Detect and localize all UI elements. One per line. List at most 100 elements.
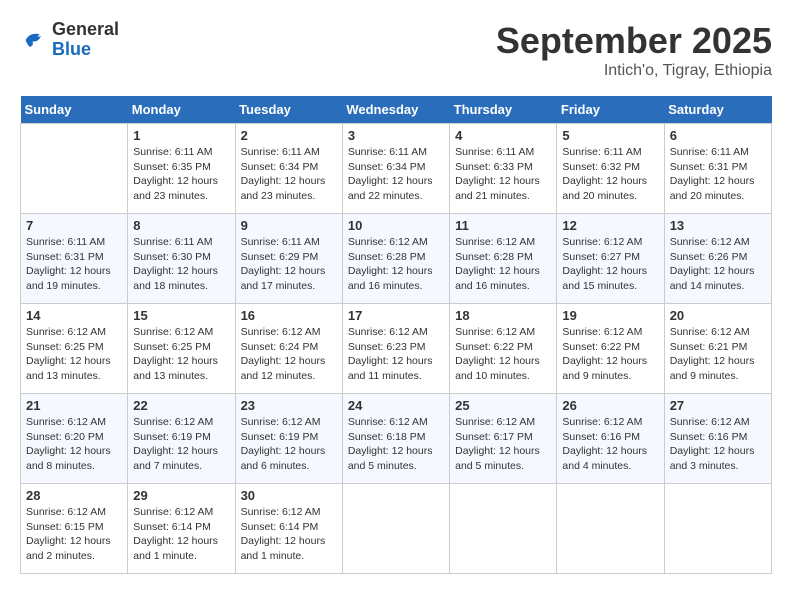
day-number: 1 [133,128,229,143]
day-info: Sunrise: 6:12 AMSunset: 6:21 PMDaylight:… [670,325,766,384]
calendar-cell: 15 Sunrise: 6:12 AMSunset: 6:25 PMDayligh… [128,304,235,394]
calendar-cell: 16 Sunrise: 6:12 AMSunset: 6:24 PMDayligh… [235,304,342,394]
calendar-cell [664,484,771,574]
day-info: Sunrise: 6:12 AMSunset: 6:25 PMDaylight:… [133,325,229,384]
day-info: Sunrise: 6:12 AMSunset: 6:28 PMDaylight:… [455,235,551,294]
day-info: Sunrise: 6:12 AMSunset: 6:19 PMDaylight:… [241,415,337,474]
weekday-header-thursday: Thursday [450,96,557,124]
calendar-cell: 23 Sunrise: 6:12 AMSunset: 6:19 PMDayligh… [235,394,342,484]
calendar-cell: 9 Sunrise: 6:11 AMSunset: 6:29 PMDaylight… [235,214,342,304]
day-info: Sunrise: 6:12 AMSunset: 6:14 PMDaylight:… [133,505,229,564]
calendar-week-row: 14 Sunrise: 6:12 AMSunset: 6:25 PMDayligh… [21,304,772,394]
day-number: 13 [670,218,766,233]
day-info: Sunrise: 6:12 AMSunset: 6:16 PMDaylight:… [670,415,766,474]
calendar-table: SundayMondayTuesdayWednesdayThursdayFrid… [20,96,772,574]
day-number: 18 [455,308,551,323]
day-number: 9 [241,218,337,233]
day-number: 11 [455,218,551,233]
day-number: 21 [26,398,122,413]
day-number: 4 [455,128,551,143]
calendar-cell: 30Sunrise: 6:12 AMSunset: 6:14 PMDayligh… [235,484,342,574]
day-info: Sunrise: 6:12 AMSunset: 6:18 PMDaylight:… [348,415,444,474]
day-number: 16 [241,308,337,323]
day-number: 27 [670,398,766,413]
calendar-cell: 11 Sunrise: 6:12 AMSunset: 6:28 PMDayligh… [450,214,557,304]
day-info: Sunrise: 6:12 AMSunset: 6:28 PMDaylight:… [348,235,444,294]
month-title: September 2025 [496,20,772,62]
calendar-cell: 7 Sunrise: 6:11 AMSunset: 6:31 PMDaylight… [21,214,128,304]
calendar-cell: 28Sunrise: 6:12 AMSunset: 6:15 PMDayligh… [21,484,128,574]
day-number: 19 [562,308,658,323]
calendar-cell: 2 Sunrise: 6:11 AMSunset: 6:34 PMDaylight… [235,124,342,214]
day-info: Sunrise: 6:12 AMSunset: 6:24 PMDaylight:… [241,325,337,384]
day-info: Sunrise: 6:12 AMSunset: 6:22 PMDaylight:… [562,325,658,384]
weekday-header-sunday: Sunday [21,96,128,124]
day-info: Sunrise: 6:12 AMSunset: 6:27 PMDaylight:… [562,235,658,294]
calendar-cell: 24Sunrise: 6:12 AMSunset: 6:18 PMDayligh… [342,394,449,484]
calendar-cell: 14 Sunrise: 6:12 AMSunset: 6:25 PMDayligh… [21,304,128,394]
calendar-cell: 29 Sunrise: 6:12 AMSunset: 6:14 PMDayligh… [128,484,235,574]
title-block: September 2025 Intich'o, Tigray, Ethiopi… [496,20,772,80]
page-header: General Blue September 2025 Intich'o, Ti… [20,20,772,80]
logo: General Blue [20,20,119,60]
day-number: 29 [133,488,229,503]
day-info: Sunrise: 6:12 AMSunset: 6:25 PMDaylight:… [26,325,122,384]
day-info: Sunrise: 6:11 AMSunset: 6:34 PMDaylight:… [241,145,337,204]
calendar-cell: 27 Sunrise: 6:12 AMSunset: 6:16 PMDayligh… [664,394,771,484]
day-number: 26 [562,398,658,413]
logo-text: General Blue [52,20,119,60]
day-number: 22 [133,398,229,413]
day-info: Sunrise: 6:12 AMSunset: 6:15 PMDaylight:… [26,505,122,564]
weekday-header-saturday: Saturday [664,96,771,124]
day-number: 7 [26,218,122,233]
day-number: 3 [348,128,444,143]
day-info: Sunrise: 6:11 AMSunset: 6:30 PMDaylight:… [133,235,229,294]
logo-general: General [52,19,119,39]
calendar-cell: 12 Sunrise: 6:12 AMSunset: 6:27 PMDayligh… [557,214,664,304]
day-info: Sunrise: 6:12 AMSunset: 6:26 PMDaylight:… [670,235,766,294]
day-info: Sunrise: 6:12 AMSunset: 6:22 PMDaylight:… [455,325,551,384]
logo-blue: Blue [52,39,91,59]
calendar-cell: 18 Sunrise: 6:12 AMSunset: 6:22 PMDayligh… [450,304,557,394]
calendar-cell: 19 Sunrise: 6:12 AMSunset: 6:22 PMDayligh… [557,304,664,394]
calendar-cell: 21 Sunrise: 6:12 AMSunset: 6:20 PMDayligh… [21,394,128,484]
day-number: 5 [562,128,658,143]
day-info: Sunrise: 6:11 AMSunset: 6:32 PMDaylight:… [562,145,658,204]
day-info: Sunrise: 6:12 AMSunset: 6:17 PMDaylight:… [455,415,551,474]
day-number: 17 [348,308,444,323]
calendar-cell: 13 Sunrise: 6:12 AMSunset: 6:26 PMDayligh… [664,214,771,304]
calendar-cell: 22 Sunrise: 6:12 AMSunset: 6:19 PMDayligh… [128,394,235,484]
calendar-cell: 6Sunrise: 6:11 AMSunset: 6:31 PMDaylight… [664,124,771,214]
day-info: Sunrise: 6:12 AMSunset: 6:16 PMDaylight:… [562,415,658,474]
calendar-cell: 4 Sunrise: 6:11 AMSunset: 6:33 PMDaylight… [450,124,557,214]
weekday-header-friday: Friday [557,96,664,124]
calendar-week-row: 28Sunrise: 6:12 AMSunset: 6:15 PMDayligh… [21,484,772,574]
day-number: 12 [562,218,658,233]
day-info: Sunrise: 6:11 AMSunset: 6:34 PMDaylight:… [348,145,444,204]
day-number: 2 [241,128,337,143]
day-number: 30 [241,488,337,503]
day-number: 15 [133,308,229,323]
calendar-cell [557,484,664,574]
calendar-cell: 5 Sunrise: 6:11 AMSunset: 6:32 PMDaylight… [557,124,664,214]
weekday-header-monday: Monday [128,96,235,124]
day-info: Sunrise: 6:11 AMSunset: 6:31 PMDaylight:… [26,235,122,294]
day-info: Sunrise: 6:11 AMSunset: 6:33 PMDaylight:… [455,145,551,204]
day-number: 10 [348,218,444,233]
calendar-week-row: 7 Sunrise: 6:11 AMSunset: 6:31 PMDaylight… [21,214,772,304]
calendar-week-row: 1Sunrise: 6:11 AMSunset: 6:35 PMDaylight… [21,124,772,214]
day-info: Sunrise: 6:12 AMSunset: 6:19 PMDaylight:… [133,415,229,474]
calendar-cell [450,484,557,574]
day-number: 23 [241,398,337,413]
day-number: 14 [26,308,122,323]
calendar-cell: 10 Sunrise: 6:12 AMSunset: 6:28 PMDayligh… [342,214,449,304]
calendar-cell: 26 Sunrise: 6:12 AMSunset: 6:16 PMDayligh… [557,394,664,484]
day-info: Sunrise: 6:11 AMSunset: 6:29 PMDaylight:… [241,235,337,294]
day-info: Sunrise: 6:11 AMSunset: 6:31 PMDaylight:… [670,145,766,204]
calendar-cell: 17Sunrise: 6:12 AMSunset: 6:23 PMDayligh… [342,304,449,394]
day-number: 25 [455,398,551,413]
weekday-header-tuesday: Tuesday [235,96,342,124]
calendar-cell: 3 Sunrise: 6:11 AMSunset: 6:34 PMDaylight… [342,124,449,214]
calendar-header-row: SundayMondayTuesdayWednesdayThursdayFrid… [21,96,772,124]
day-info: Sunrise: 6:12 AMSunset: 6:20 PMDaylight:… [26,415,122,474]
